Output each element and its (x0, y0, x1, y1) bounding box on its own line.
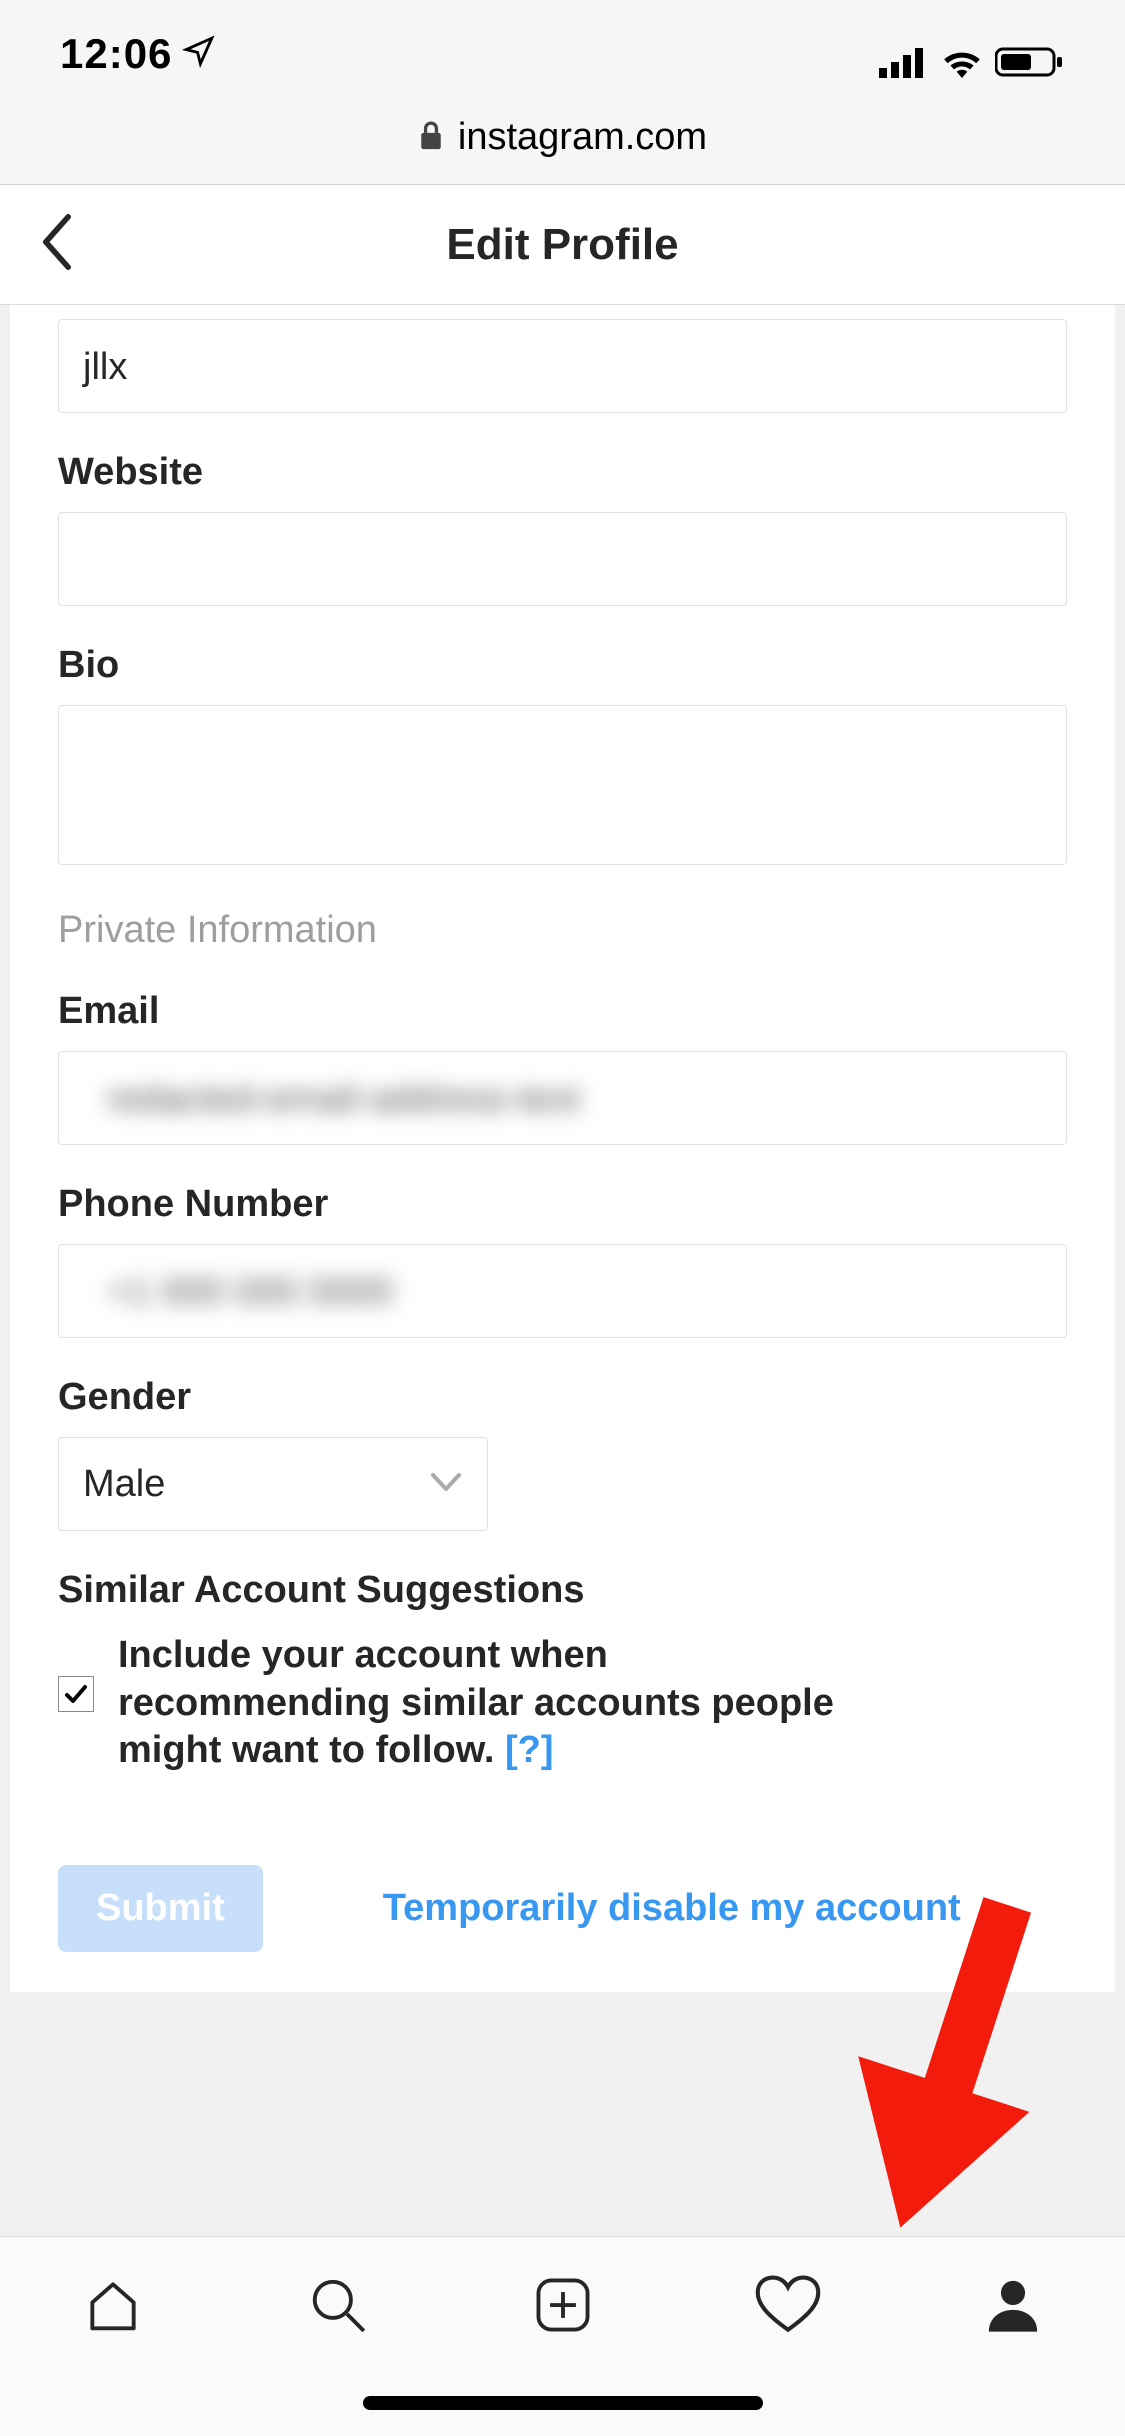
website-label: Website (58, 451, 1067, 494)
bottom-tab-bar (0, 2236, 1125, 2436)
suggestions-description: Include your account when recommending s… (118, 1632, 838, 1775)
status-bar: 12:06 (0, 0, 1125, 90)
tab-profile[interactable] (979, 2271, 1047, 2339)
phone-value-redacted: +1 000 000 0000 (83, 1271, 417, 1313)
tab-add-post[interactable] (529, 2271, 597, 2339)
bio-label: Bio (58, 644, 1067, 687)
suggestions-help-link[interactable]: [?] (505, 1729, 554, 1771)
tab-search[interactable] (304, 2271, 372, 2339)
gender-select[interactable]: Male (58, 1437, 488, 1531)
bio-field[interactable] (58, 705, 1067, 865)
email-field[interactable]: redacted-email-address-text (58, 1051, 1067, 1145)
similar-suggestions-label: Similar Account Suggestions (58, 1569, 1067, 1612)
browser-domain: instagram.com (458, 116, 707, 159)
suggestions-checkbox[interactable] (58, 1676, 94, 1712)
browser-url-bar[interactable]: instagram.com (0, 90, 1125, 185)
battery-icon (995, 46, 1065, 78)
phone-label: Phone Number (58, 1183, 1067, 1226)
chevron-down-icon (429, 1471, 463, 1498)
username-field[interactable]: jllx (58, 319, 1067, 413)
home-indicator[interactable] (363, 2396, 763, 2410)
submit-button[interactable]: Submit (58, 1865, 263, 1952)
tab-home[interactable] (79, 2271, 147, 2339)
edit-profile-form: jllx Website Bio Private Information Ema… (10, 305, 1115, 1992)
phone-field[interactable]: +1 000 000 0000 (58, 1244, 1067, 1338)
email-label: Email (58, 990, 1067, 1033)
gender-value: Male (83, 1463, 165, 1506)
page-header: Edit Profile (0, 185, 1125, 305)
temporarily-disable-link[interactable]: Temporarily disable my account (383, 1887, 961, 1930)
page-title: Edit Profile (0, 220, 1125, 270)
back-button[interactable] (40, 214, 74, 275)
cellular-signal-icon (879, 46, 929, 78)
wifi-icon (939, 46, 985, 78)
gender-label: Gender (58, 1376, 1067, 1419)
email-value-redacted: redacted-email-address-text (83, 1078, 604, 1120)
location-arrow-icon (182, 30, 216, 78)
private-info-heading: Private Information (58, 909, 1067, 952)
website-field[interactable] (58, 512, 1067, 606)
tab-activity[interactable] (754, 2271, 822, 2339)
lock-icon (418, 119, 444, 156)
status-time: 12:06 (60, 30, 172, 78)
